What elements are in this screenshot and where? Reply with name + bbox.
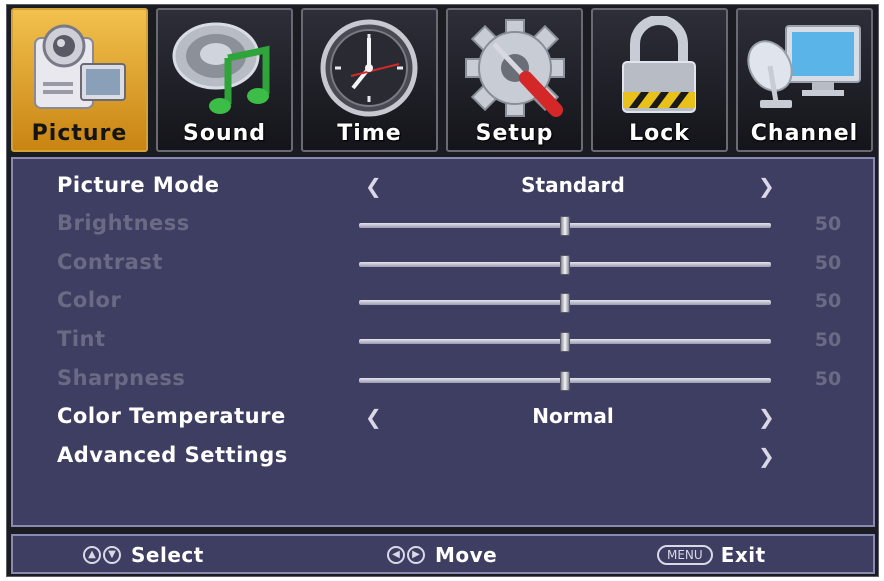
contrast-slider[interactable] xyxy=(359,255,771,275)
color-value: 50 xyxy=(814,290,842,312)
picture-settings-panel: Picture Mode ❮ Standard ❯ Brightness 50 … xyxy=(11,157,875,527)
tab-label: Picture xyxy=(31,121,128,146)
move-hint-label: Move xyxy=(435,543,498,567)
padlock-icon xyxy=(622,16,696,113)
down-key-icon: ▼ xyxy=(103,546,121,564)
tab-label: Lock xyxy=(629,121,690,146)
tab-label: Setup xyxy=(475,121,554,146)
brightness-label: Brightness xyxy=(57,211,190,235)
picture-mode-value: Standard xyxy=(521,173,625,197)
sharpness-label: Sharpness xyxy=(57,366,186,390)
tab-lock[interactable]: Lock xyxy=(591,8,728,152)
select-hint-label: Select xyxy=(131,543,204,567)
advanced-settings-label: Advanced Settings xyxy=(57,443,288,467)
brightness-value: 50 xyxy=(814,213,842,235)
contrast-value: 50 xyxy=(814,252,842,274)
color-label: Color xyxy=(57,288,122,312)
brightness-slider[interactable] xyxy=(359,216,771,236)
tab-label: Sound xyxy=(182,121,267,146)
exit-hint: MENU Exit xyxy=(657,542,766,568)
tint-slider[interactable] xyxy=(359,332,771,352)
clock-icon xyxy=(320,19,418,117)
tab-label: Channel xyxy=(750,121,859,146)
gear-screwdriver-icon xyxy=(465,19,565,117)
slider-thumb[interactable] xyxy=(560,255,570,275)
tv-osd-menu: Picture Sound Time Setup Lock Channel Pi… xyxy=(6,4,879,577)
sharpness-slider[interactable] xyxy=(359,371,771,391)
slider-thumb[interactable] xyxy=(560,216,570,236)
tab-label: Time xyxy=(337,121,402,146)
music-note-icon xyxy=(172,22,270,114)
color-temperature-row[interactable]: Color Temperature ❮ Normal ❯ xyxy=(13,400,873,436)
left-key-icon: ◀ xyxy=(387,546,405,564)
tab-picture[interactable]: Picture xyxy=(11,8,148,152)
arrow-left-icon[interactable]: ❮ xyxy=(365,174,382,198)
color-temperature-label: Color Temperature xyxy=(57,404,286,428)
move-hint: ◀ ▶ Move xyxy=(387,542,497,568)
sharpness-row[interactable]: Sharpness 50 xyxy=(13,362,873,398)
arrow-right-icon[interactable]: ❯ xyxy=(758,174,775,198)
footer-hint-bar: ▲ ▼ Select ◀ ▶ Move MENU Exit xyxy=(11,534,875,574)
select-hint: ▲ ▼ Select xyxy=(83,542,204,568)
satellite-monitor-icon xyxy=(747,25,861,108)
exit-hint-label: Exit xyxy=(720,543,766,567)
contrast-label: Contrast xyxy=(57,250,163,274)
arrow-right-icon[interactable]: ❯ xyxy=(758,405,775,429)
tab-setup[interactable]: Setup xyxy=(446,8,583,152)
advanced-settings-row[interactable]: Advanced Settings ❯ xyxy=(13,439,873,475)
brightness-row[interactable]: Brightness 50 xyxy=(13,207,873,243)
picture-mode-row[interactable]: Picture Mode ❮ Standard ❯ xyxy=(13,169,873,205)
right-key-icon: ▶ xyxy=(407,546,425,564)
color-slider[interactable] xyxy=(359,293,771,313)
slider-thumb[interactable] xyxy=(560,332,570,352)
menu-tab-bar: Picture Sound Time Setup Lock Channel xyxy=(11,8,875,154)
arrow-right-icon[interactable]: ❯ xyxy=(758,444,775,468)
contrast-row[interactable]: Contrast 50 xyxy=(13,246,873,282)
color-row[interactable]: Color 50 xyxy=(13,284,873,320)
tint-label: Tint xyxy=(57,327,106,351)
menu-key-icon: MENU xyxy=(657,545,713,565)
up-key-icon: ▲ xyxy=(83,546,101,564)
arrow-left-icon[interactable]: ❮ xyxy=(365,405,382,429)
tab-time[interactable]: Time xyxy=(301,8,438,152)
sharpness-value: 50 xyxy=(814,368,842,390)
tab-sound[interactable]: Sound xyxy=(156,8,293,152)
picture-mode-label: Picture Mode xyxy=(57,173,220,197)
slider-thumb[interactable] xyxy=(560,371,570,391)
slider-thumb[interactable] xyxy=(560,293,570,313)
tint-value: 50 xyxy=(814,329,842,351)
tint-row[interactable]: Tint 50 xyxy=(13,323,873,359)
camera-icon xyxy=(34,24,126,109)
color-temperature-value: Normal xyxy=(532,404,614,428)
tab-channel[interactable]: Channel xyxy=(736,8,873,152)
